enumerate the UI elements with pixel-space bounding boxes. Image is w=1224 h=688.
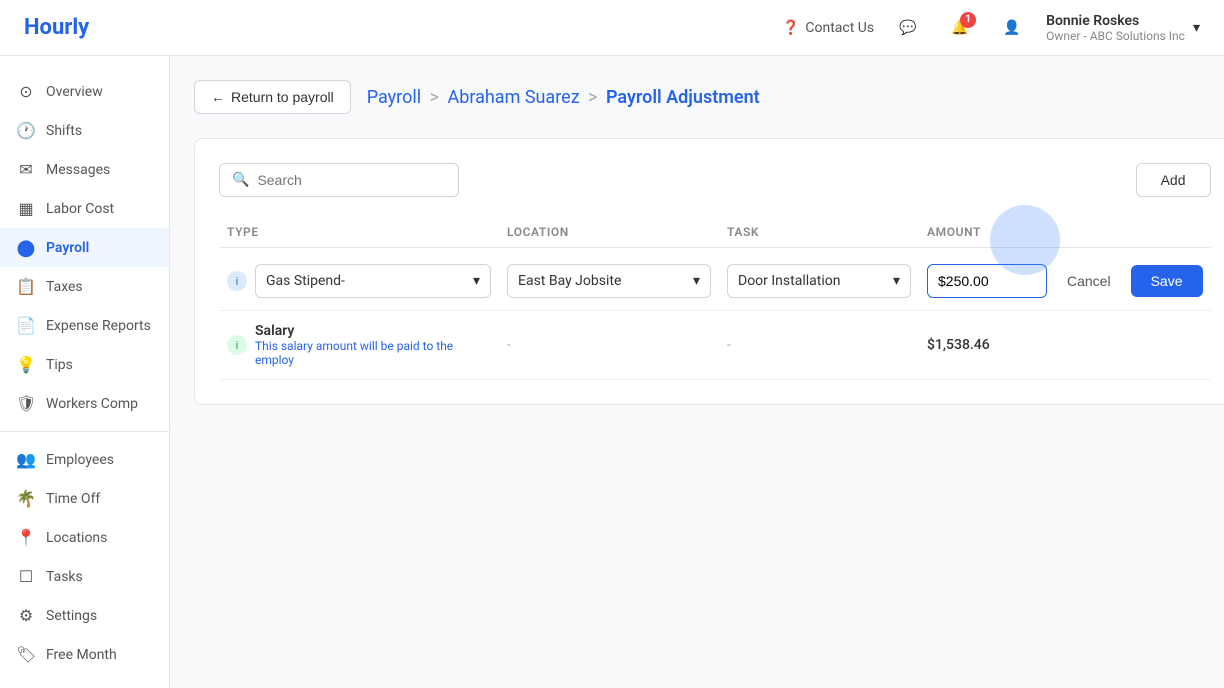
labor-cost-icon: ▦	[16, 199, 36, 218]
chat-icon: 💬	[899, 20, 916, 36]
toolbar: 🔍 Add	[219, 163, 1211, 197]
employees-icon: 👥	[16, 450, 36, 469]
breadcrumb-current: Payroll Adjustment	[606, 87, 760, 108]
sidebar-item-overview[interactable]: ⊙ Overview	[0, 72, 169, 111]
col-task: TASK	[719, 225, 919, 239]
col-location: LOCATION	[499, 225, 719, 239]
notifications-button[interactable]: 🔔 1	[942, 10, 978, 46]
time-off-icon: 🌴	[16, 489, 36, 508]
breadcrumb-sep1: >	[430, 87, 439, 108]
main-content: ← Return to payroll Payroll > Abraham Su…	[170, 56, 1224, 688]
cancel-button[interactable]: Cancel	[1055, 265, 1123, 297]
app-logo: Hourly	[24, 15, 89, 40]
row2-amount-cell: $1,538.46	[919, 337, 1211, 353]
sidebar-item-shifts[interactable]: 🕐 Shifts	[0, 111, 169, 150]
topnav: Hourly ❓ Contact Us 💬 🔔 1 👤 Bonnie Roske…	[0, 0, 1224, 56]
user-menu[interactable]: Bonnie Roskes Owner - ABC Solutions Inc …	[1046, 13, 1200, 43]
sidebar: ⊙ Overview 🕐 Shifts ✉ Messages ▦ Labor C…	[0, 56, 170, 688]
workers-comp-icon: 🛡	[16, 394, 36, 413]
sidebar-item-taxes[interactable]: 📋 Taxes	[0, 267, 169, 306]
row1-location-cell: East Bay Jobsite ▾	[499, 264, 719, 298]
save-button[interactable]: Save	[1131, 265, 1203, 297]
free-month-icon: 🏷	[16, 645, 36, 664]
sidebar-item-free-month[interactable]: 🏷 Free Month	[0, 635, 169, 674]
user-company: Owner - ABC Solutions Inc	[1046, 29, 1185, 43]
sidebar-item-payroll[interactable]: ⬤ Payroll	[0, 228, 169, 267]
row1-type-cell: i Gas Stipend- ▾	[219, 264, 499, 298]
table-row: i Gas Stipend- ▾ East Bay Jobsite ▾	[219, 252, 1211, 311]
tips-icon: 💡	[16, 355, 36, 374]
user-icon-button[interactable]: 👤	[994, 10, 1030, 46]
breadcrumb-payroll[interactable]: Payroll	[367, 87, 421, 108]
help-icon: ❓	[782, 20, 799, 36]
row2-location-cell: -	[499, 337, 719, 353]
salary-description: This salary amount will be paid to the e…	[255, 339, 491, 367]
row1-location-select[interactable]: East Bay Jobsite ▾	[507, 264, 711, 298]
sidebar-item-workers-comp[interactable]: 🛡 Workers Comp	[0, 384, 169, 423]
sidebar-item-tips[interactable]: 💡 Tips	[0, 345, 169, 384]
row1-amount-cell: Cancel Save	[919, 264, 1211, 298]
sidebar-item-locations[interactable]: 📍 Locations	[0, 518, 169, 557]
sidebar-item-labor-cost[interactable]: ▦ Labor Cost	[0, 189, 169, 228]
breadcrumb-employee[interactable]: Abraham Suarez	[447, 87, 579, 108]
sidebar-item-tasks[interactable]: ☐ Tasks	[0, 557, 169, 596]
row1-task-select[interactable]: Door Installation ▾	[727, 264, 911, 298]
messages-button[interactable]: 💬	[890, 10, 926, 46]
messages-icon: ✉	[16, 160, 36, 179]
col-amount: AMOUNT	[919, 225, 1211, 239]
sidebar-item-time-off[interactable]: 🌴 Time Off	[0, 479, 169, 518]
sidebar-item-settings[interactable]: ⚙ Settings	[0, 596, 169, 635]
tasks-icon: ☐	[16, 567, 36, 586]
shifts-icon: 🕐	[16, 121, 36, 140]
breadcrumb-sep2: >	[588, 87, 597, 108]
salary-label: Salary	[255, 323, 491, 339]
search-input[interactable]	[257, 172, 446, 188]
return-to-payroll-button[interactable]: ← Return to payroll	[194, 80, 351, 114]
row1-location-chevron: ▾	[693, 273, 700, 289]
topnav-right: ❓ Contact Us 💬 🔔 1 👤 Bonnie Roskes Owner…	[782, 10, 1200, 46]
expense-reports-icon: 📄	[16, 316, 36, 335]
row2-info-icon: i	[227, 335, 247, 355]
search-box[interactable]: 🔍	[219, 163, 459, 197]
row1-amount-input[interactable]	[927, 264, 1047, 298]
row1-task-cell: Door Installation ▾	[719, 264, 919, 298]
contact-us-button[interactable]: ❓ Contact Us	[782, 20, 874, 36]
sidebar-item-employees[interactable]: 👥 Employees	[0, 440, 169, 479]
user-name: Bonnie Roskes	[1046, 13, 1185, 29]
content-card: 🔍 Add TYPE LOCATION TASK AMOUNT i Gas St…	[194, 138, 1224, 405]
row1-type-select[interactable]: Gas Stipend- ▾	[255, 264, 491, 298]
sidebar-item-expense-reports[interactable]: 📄 Expense Reports	[0, 306, 169, 345]
row2-type-cell: i Salary This salary amount will be paid…	[219, 323, 499, 367]
row1-task-chevron: ▾	[893, 273, 900, 289]
user-info: Bonnie Roskes Owner - ABC Solutions Inc	[1046, 13, 1185, 43]
page-header: ← Return to payroll Payroll > Abraham Su…	[194, 80, 1224, 114]
taxes-icon: 📋	[16, 277, 36, 296]
person-icon: 👤	[1003, 20, 1020, 36]
row1-type-chevron: ▾	[473, 273, 480, 289]
col-type: TYPE	[219, 225, 499, 239]
salary-row: i Salary This salary amount will be paid…	[219, 311, 1211, 380]
sidebar-divider	[0, 431, 169, 432]
search-icon: 🔍	[232, 172, 249, 188]
overview-icon: ⊙	[16, 82, 36, 101]
layout: ⊙ Overview 🕐 Shifts ✉ Messages ▦ Labor C…	[0, 56, 1224, 688]
breadcrumb: Payroll > Abraham Suarez > Payroll Adjus…	[367, 87, 760, 108]
row1-info-icon: i	[227, 271, 247, 291]
chevron-down-icon: ▾	[1193, 20, 1200, 36]
table-header: TYPE LOCATION TASK AMOUNT	[219, 217, 1211, 248]
back-arrow-icon: ←	[211, 89, 225, 105]
sidebar-item-messages[interactable]: ✉ Messages	[0, 150, 169, 189]
payroll-icon: ⬤	[16, 238, 36, 257]
notification-badge: 1	[960, 12, 976, 28]
add-button[interactable]: Add	[1136, 163, 1211, 197]
settings-icon: ⚙	[16, 606, 36, 625]
locations-icon: 📍	[16, 528, 36, 547]
row2-task-cell: -	[719, 337, 919, 353]
